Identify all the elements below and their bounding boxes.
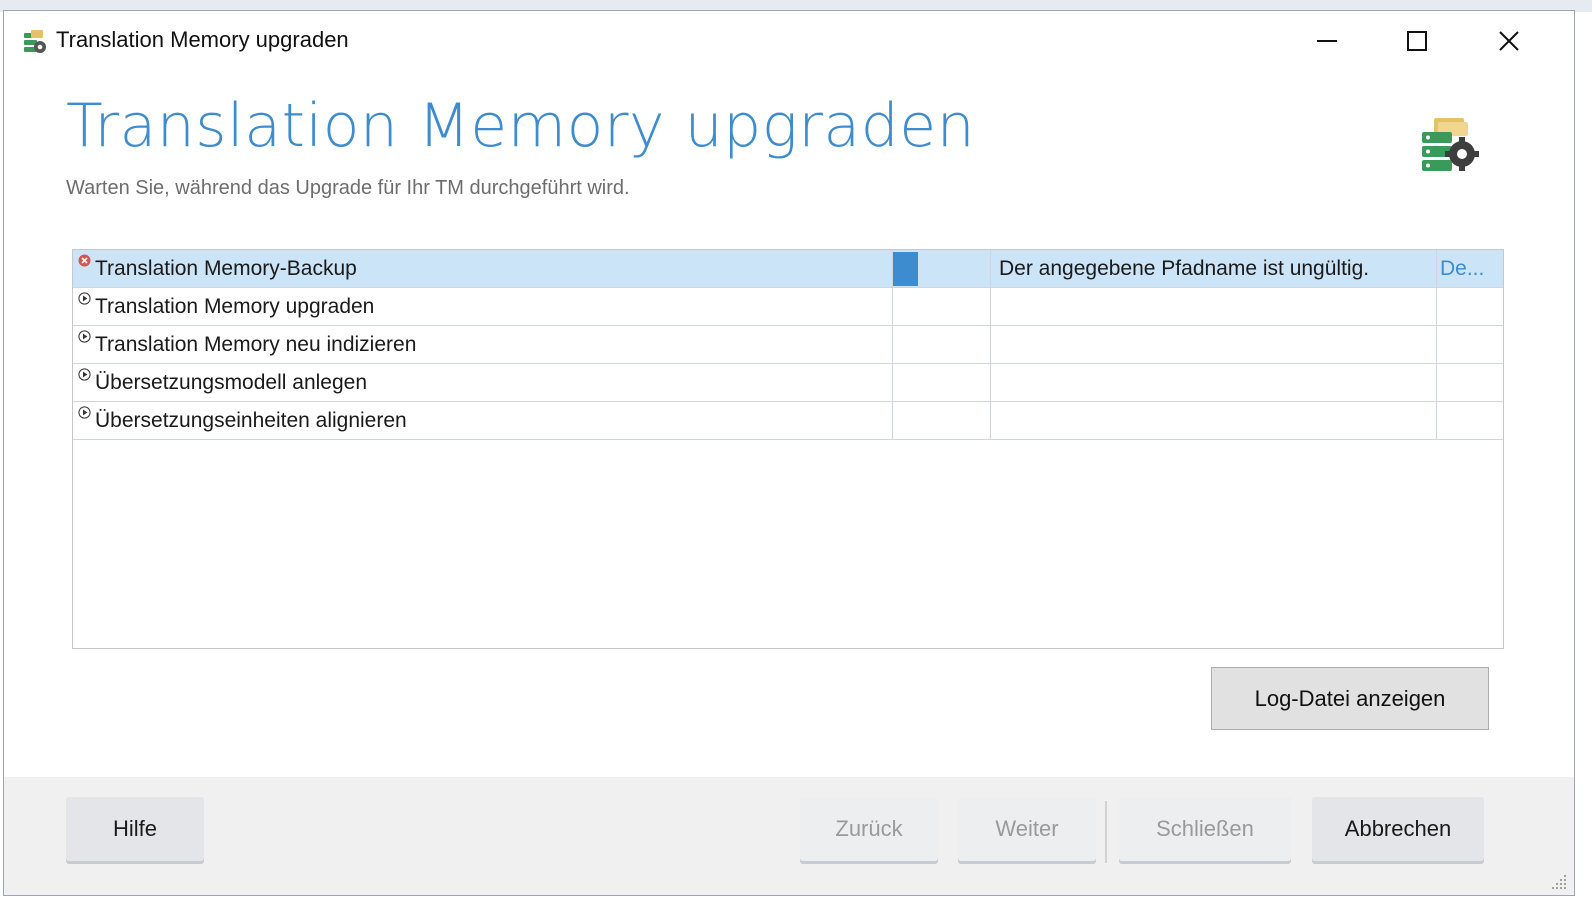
show-log-file-button[interactable]: Log-Datei anzeigen	[1211, 667, 1489, 730]
task-message: Der angegebene Pfadname ist ungültig.	[999, 256, 1370, 280]
task-details-link[interactable]	[1437, 288, 1503, 325]
close-button[interactable]	[1464, 19, 1554, 63]
back-button[interactable]: Zurück	[800, 797, 938, 861]
task-progress	[893, 250, 991, 287]
button-separator	[1105, 801, 1107, 863]
help-button[interactable]: Hilfe	[66, 797, 204, 861]
window-title: Translation Memory upgraden	[56, 27, 349, 52]
play-icon	[78, 406, 91, 419]
task-details-link[interactable]	[1437, 402, 1503, 439]
minimize-icon	[1317, 40, 1337, 42]
close-icon	[1499, 31, 1519, 51]
maximize-icon	[1407, 31, 1427, 51]
task-details-link[interactable]	[1437, 364, 1503, 401]
task-progress	[893, 326, 991, 363]
page-subtitle: Warten Sie, während das Upgrade für Ihr …	[66, 177, 630, 199]
task-progress	[893, 364, 991, 401]
task-list[interactable]: Translation Memory-Backup Der angegebene…	[72, 249, 1504, 649]
minimize-button[interactable]	[1282, 19, 1372, 63]
title-bar[interactable]: Translation Memory upgraden	[4, 11, 1574, 71]
task-name: Translation Memory upgraden	[95, 294, 375, 318]
error-icon	[78, 254, 91, 267]
task-progress	[893, 402, 991, 439]
play-icon	[78, 330, 91, 343]
tm-upgrade-app-icon	[24, 30, 46, 53]
task-details-link[interactable]: De...	[1437, 250, 1503, 287]
task-row[interactable]: Translation Memory upgraden	[73, 288, 1503, 326]
dialog-footer: Hilfe Zurück Weiter Schließen Abbrechen	[4, 777, 1574, 895]
dialog-window: Translation Memory upgraden Translation …	[3, 10, 1575, 896]
task-row[interactable]: Übersetzungsmodell anlegen	[73, 364, 1503, 402]
play-icon	[78, 292, 91, 305]
task-details-link[interactable]	[1437, 326, 1503, 363]
page-title: Translation Memory upgraden	[66, 91, 976, 161]
task-name: Übersetzungsmodell anlegen	[95, 370, 368, 394]
task-row[interactable]: Translation Memory-Backup Der angegebene…	[73, 250, 1503, 288]
task-name: Translation Memory neu indizieren	[95, 332, 417, 356]
resize-grip-icon[interactable]	[1550, 873, 1568, 891]
task-progress	[893, 288, 991, 325]
next-button[interactable]: Weiter	[958, 797, 1096, 861]
maximize-button[interactable]	[1372, 19, 1462, 63]
task-name: Übersetzungseinheiten alignieren	[95, 408, 407, 432]
finish-button[interactable]: Schließen	[1119, 797, 1291, 861]
progress-fill	[893, 252, 918, 286]
task-row[interactable]: Translation Memory neu indizieren	[73, 326, 1503, 364]
play-icon	[78, 368, 91, 381]
cancel-button[interactable]: Abbrechen	[1312, 797, 1484, 861]
task-name: Translation Memory-Backup	[95, 256, 357, 280]
task-row[interactable]: Übersetzungseinheiten alignieren	[73, 402, 1503, 440]
tm-upgrade-large-icon	[1422, 118, 1479, 171]
